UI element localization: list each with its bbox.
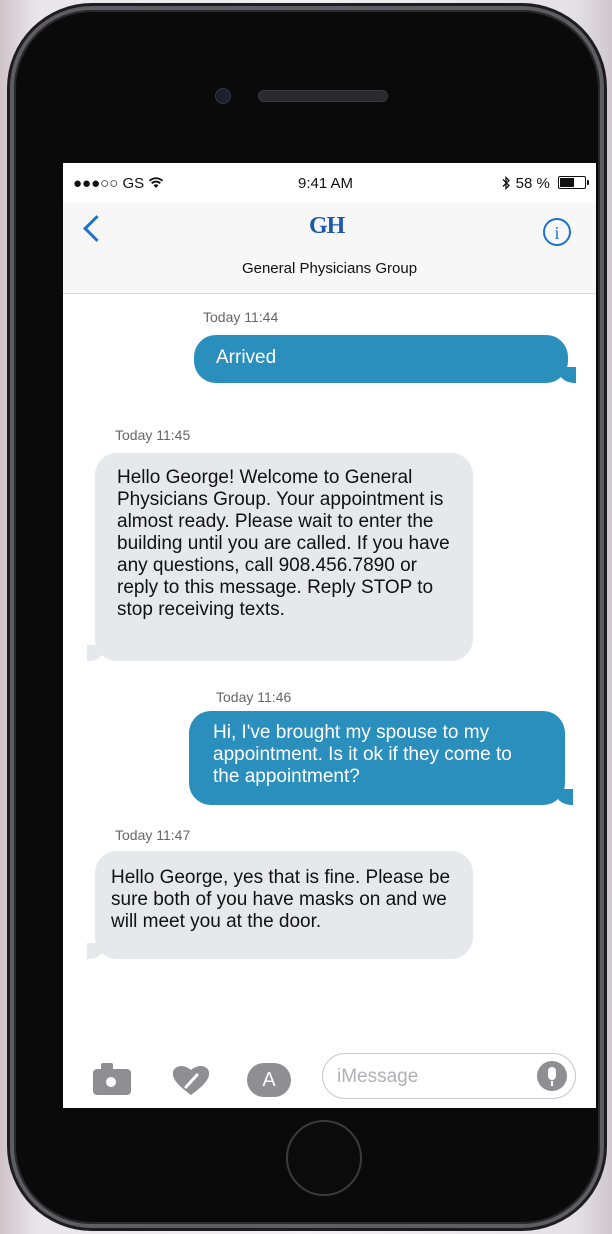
info-button[interactable]: i: [543, 218, 571, 246]
carrier-label: ●●●○○ GS: [73, 175, 145, 192]
camera-button[interactable]: [91, 1057, 135, 1095]
app-store-button[interactable]: A: [245, 1057, 291, 1097]
incoming-message[interactable]: Hello George! Welcome to General Physici…: [87, 453, 473, 661]
heart-icon: [172, 1065, 210, 1095]
compose-toolbar: A iMessage: [63, 1045, 596, 1108]
bluetooth-icon: [502, 175, 511, 191]
messages-screen: ●●●○○ GS 9:41 AM 58 % GH General Physici…: [63, 163, 596, 1108]
battery-level: [560, 178, 574, 187]
home-button[interactable]: [286, 1120, 362, 1196]
contact-name[interactable]: General Physicians Group: [63, 260, 596, 277]
carrier-signal: ●●●○○ GS: [73, 175, 164, 192]
microphone-icon[interactable]: [537, 1061, 567, 1091]
message-input-placeholder: iMessage: [337, 1066, 419, 1087]
info-icon: i: [554, 223, 560, 243]
chevron-left-icon: [83, 215, 110, 242]
status-time: 9:41 AM: [298, 175, 354, 192]
outgoing-message[interactable]: Arrived: [194, 335, 576, 383]
message-timestamp: Today 11:47: [115, 827, 191, 843]
app-store-icon: A: [247, 1063, 291, 1097]
back-button[interactable]: [73, 207, 113, 251]
wifi-icon: [149, 177, 164, 188]
message-timestamp: Today 11:45: [115, 427, 191, 443]
message-timestamp: Today 11:46: [216, 689, 292, 705]
status-right: 58 %: [501, 175, 589, 192]
front-camera: [215, 88, 231, 104]
phone-frame: ●●●○○ GS 9:41 AM 58 % GH General Physici…: [14, 10, 600, 1224]
earpiece-speaker: [258, 90, 388, 102]
conversation-header: GH General Physicians Group i: [63, 203, 596, 294]
incoming-message[interactable]: Hello George, yes that is fine. Please b…: [87, 851, 473, 959]
battery-icon: [558, 176, 589, 189]
status-bar: ●●●○○ GS 9:41 AM 58 %: [63, 163, 596, 203]
digital-touch-button[interactable]: [167, 1057, 211, 1095]
battery-percent: 58 %: [515, 175, 550, 192]
message-input[interactable]: iMessage: [322, 1053, 576, 1099]
outgoing-message[interactable]: Hi, I've brought my spouse to my appoint…: [189, 711, 573, 805]
contact-logo: GH: [309, 213, 345, 239]
message-timestamp: Today 11:44: [203, 309, 279, 325]
